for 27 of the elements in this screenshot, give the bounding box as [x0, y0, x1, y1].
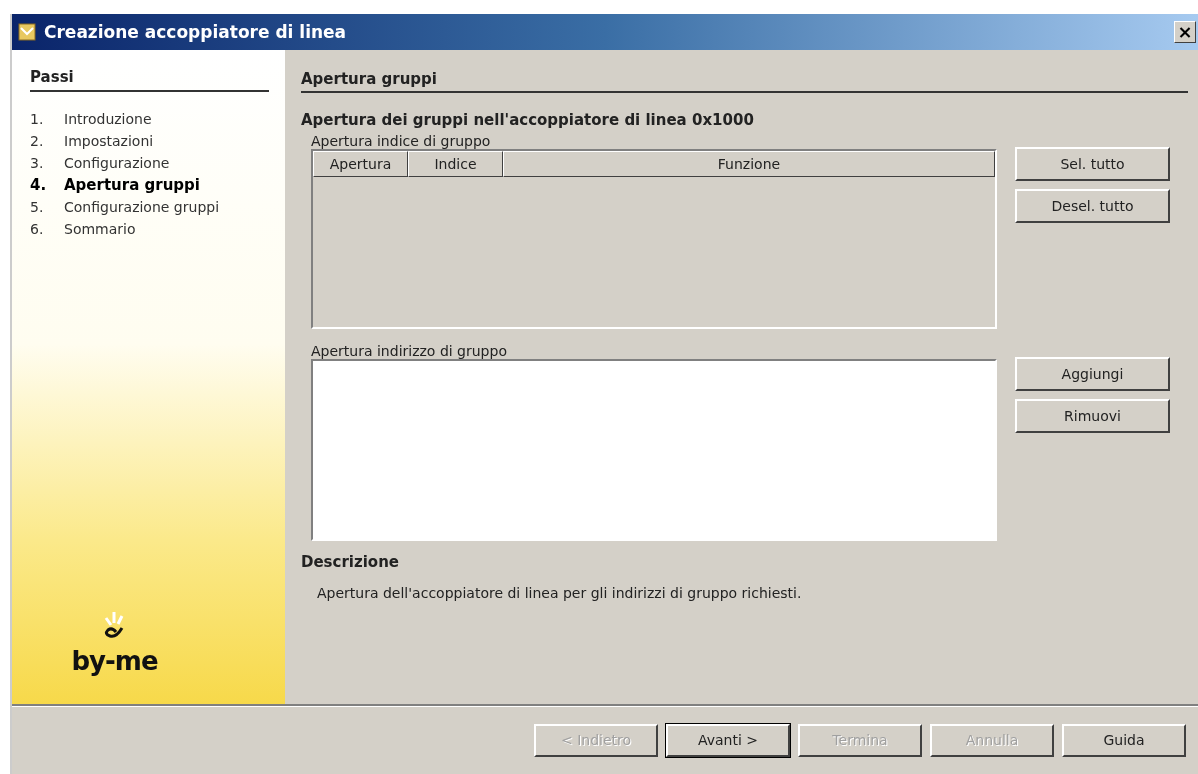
group-label: Apertura indice di gruppo: [311, 133, 492, 149]
sidebar-heading: Passi: [30, 68, 269, 92]
action-button[interactable]: Aggiungi: [1015, 357, 1170, 391]
step-item: 4. Apertura gruppi: [30, 175, 201, 196]
description-text: Apertura dell'accoppiatore di linea per gli indirizzi di gruppo richiesti.: [317, 585, 803, 601]
app-icon: [18, 23, 36, 41]
description-heading: Descrizione: [301, 553, 400, 571]
address-list[interactable]: [311, 359, 997, 541]
logo-text: by-me: [71, 648, 158, 674]
close-button[interactable]: ×: [1174, 21, 1196, 43]
page-subtitle: Apertura dei gruppi nell'accoppiatore di linea 0x1000: [301, 111, 755, 129]
step-item: 3. Configurazione: [30, 154, 171, 173]
window-title: Creazione accoppiatore di linea: [44, 22, 348, 42]
column-header[interactable]: Indice: [408, 151, 503, 177]
group-label: Apertura indirizzo di gruppo: [311, 343, 508, 359]
wizard-button[interactable]: Avanti >: [666, 723, 790, 757]
action-button[interactable]: Sel. tutto: [1015, 147, 1170, 181]
step-item: 5. Configurazione gruppi: [30, 198, 221, 217]
wizard-button[interactable]: Guida: [1062, 723, 1186, 757]
step-item: 1. Introduzione: [30, 110, 153, 129]
action-button[interactable]: Rimuovi: [1015, 399, 1170, 433]
column-header[interactable]: Apertura: [313, 151, 408, 177]
step-item: 2. Impostazioni: [30, 132, 155, 151]
column-header[interactable]: Funzione: [503, 151, 995, 177]
step-item: 6. Sommario: [30, 220, 137, 239]
page-heading: Apertura gruppi: [301, 70, 1188, 93]
action-button[interactable]: Desel. tutto: [1015, 189, 1170, 223]
